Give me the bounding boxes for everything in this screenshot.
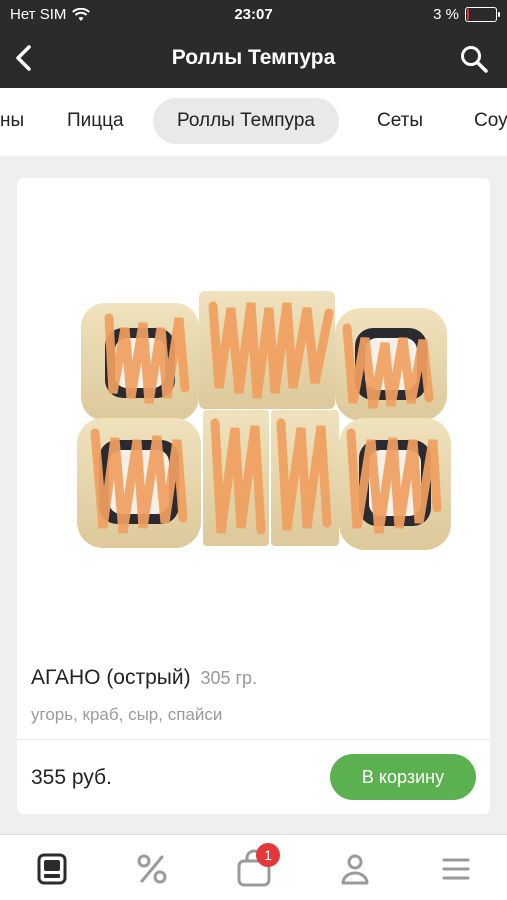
percent-icon[interactable] xyxy=(132,849,172,889)
product-image[interactable] xyxy=(17,178,490,648)
bottom-nav: 1 xyxy=(0,834,507,900)
tab-pizza[interactable]: Пицца xyxy=(43,98,148,144)
tab-sauces[interactable]: Соу xyxy=(450,98,507,144)
product-title: АГАНО (острый) xyxy=(31,666,191,689)
menu-catalog-icon[interactable] xyxy=(32,849,72,889)
product-price: 355 руб. xyxy=(31,766,112,789)
user-icon[interactable] xyxy=(335,849,375,889)
cart-nav-button[interactable]: 1 xyxy=(234,843,280,889)
tab-category[interactable]: ны xyxy=(0,98,48,144)
battery-label: 3 % xyxy=(433,6,459,23)
cart-count-badge: 1 xyxy=(256,843,280,867)
battery-icon xyxy=(465,7,500,22)
app-header: Роллы Темпура xyxy=(0,30,507,88)
status-bar: Нет SIM 23:07 3 % xyxy=(0,0,507,30)
page-title: Роллы Темпура xyxy=(171,46,336,69)
tab-sets[interactable]: Сеты xyxy=(353,98,447,144)
product-weight: 305 гр. xyxy=(200,668,258,688)
search-icon[interactable] xyxy=(459,44,489,74)
product-description: угорь, краб, сыр, спайси xyxy=(31,705,223,724)
product-name: АГАНО (острый) 305 гр. xyxy=(31,666,257,690)
hamburger-menu-icon[interactable] xyxy=(436,849,476,889)
status-time: 23:07 xyxy=(234,6,273,23)
tab-tempura-rolls[interactable]: Роллы Темпура xyxy=(153,98,339,144)
card-divider xyxy=(17,739,490,740)
product-card[interactable]: АГАНО (острый) 305 гр. угорь, краб, сыр,… xyxy=(17,178,490,814)
add-to-cart-button[interactable]: В корзину xyxy=(330,754,476,800)
category-tabs: ны Пицца Роллы Темпура Сеты Соу xyxy=(0,88,507,156)
